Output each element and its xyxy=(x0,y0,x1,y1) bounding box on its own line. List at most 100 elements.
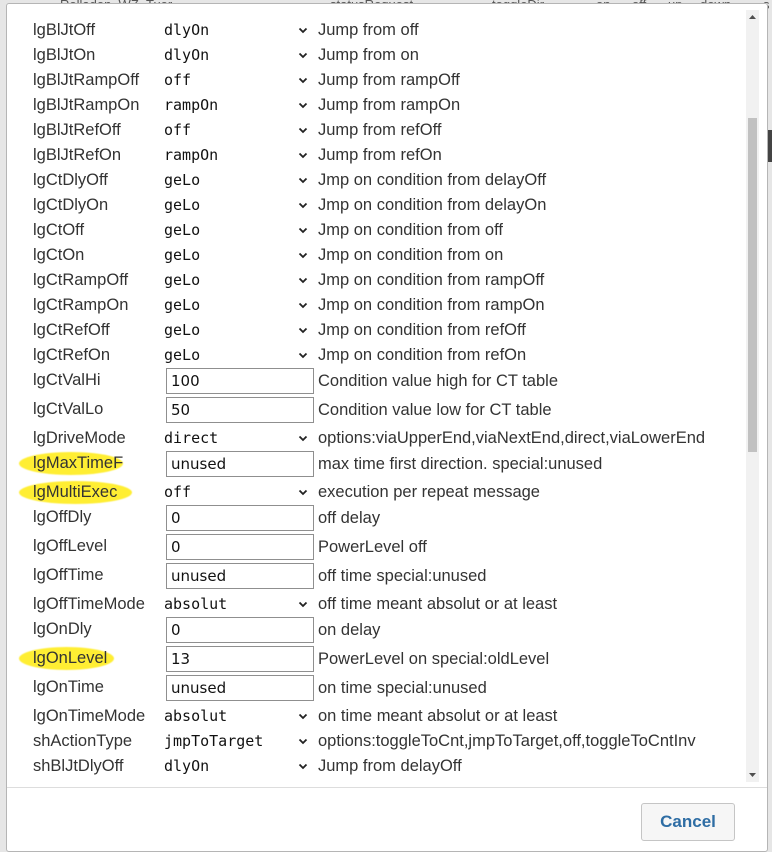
scroll-thumb[interactable] xyxy=(748,118,757,452)
attribute-value-select[interactable]: direct xyxy=(161,426,309,451)
attribute-value-select[interactable]: geLo xyxy=(161,243,309,268)
select-value: geLo xyxy=(164,221,201,239)
attribute-value-select[interactable]: dlyOn xyxy=(161,18,309,43)
chevron-down-icon xyxy=(298,52,308,59)
attribute-name: lgCtRefOff xyxy=(33,321,110,339)
attribute-name: shActionType xyxy=(33,732,133,750)
attribute-dialog: lgBlJtOff dlyOn Jump from off lgBlJtOn dlyOn… xyxy=(6,3,768,852)
attribute-description: Jmp on condition from refOn xyxy=(318,346,527,364)
attribute-name: lgBlJtRampOff xyxy=(33,71,140,89)
attribute-description: on time special:unused xyxy=(318,679,487,697)
attribute-description: PowerLevel on special:oldLevel xyxy=(318,650,550,668)
select-value: absolut xyxy=(164,595,228,613)
chevron-down-icon xyxy=(298,277,308,284)
attribute-description: Jmp on condition from delayOff xyxy=(318,171,547,189)
chevron-down-icon xyxy=(298,327,308,334)
attribute-name: lgCtRefOn xyxy=(33,346,111,364)
attribute-row: lgBlJtOff dlyOn Jump from off xyxy=(13,18,753,43)
attribute-value-select[interactable]: geLo xyxy=(161,168,309,193)
attribute-name: lgCtDlyOff xyxy=(33,171,108,189)
chevron-down-icon xyxy=(298,738,308,745)
attribute-value-select[interactable]: rampOn xyxy=(161,93,309,118)
chevron-down-icon xyxy=(298,127,308,134)
attribute-value-input[interactable]: unused xyxy=(166,451,314,477)
attribute-row: lgOffLevel 0 PowerLevel off xyxy=(13,534,753,561)
attribute-value-input[interactable]: unused xyxy=(166,563,314,589)
attribute-name: lgCtValLo xyxy=(33,400,104,418)
chevron-down-icon xyxy=(298,102,308,109)
select-value: absolut xyxy=(164,707,228,725)
attribute-name: lgOnTime xyxy=(33,678,104,696)
attribute-value-select[interactable]: dlyOn xyxy=(161,43,309,68)
attribute-name: lgOffDly xyxy=(33,508,92,526)
select-value: geLo xyxy=(164,246,201,264)
attribute-value-select[interactable]: geLo xyxy=(161,218,309,243)
attribute-value-select[interactable]: rampOn xyxy=(161,143,309,168)
attribute-value-select[interactable]: off xyxy=(161,118,309,143)
select-value: geLo xyxy=(164,296,201,314)
attribute-value-input[interactable]: 100 xyxy=(166,368,314,394)
attribute-value-select[interactable]: geLo xyxy=(161,268,309,293)
attribute-name: lgCtRampOff xyxy=(33,271,129,289)
attribute-name: lgMaxTimeF xyxy=(33,454,124,472)
attribute-name: lgCtValHi xyxy=(33,371,101,389)
footer-divider xyxy=(7,787,767,788)
attribute-value-input[interactable]: 13 xyxy=(166,646,314,672)
attribute-value-input[interactable]: 0 xyxy=(166,534,314,560)
attribute-value-select[interactable]: dlyOn xyxy=(161,754,309,779)
attribute-row: lgCtRampOn geLo Jmp on condition from ramp… xyxy=(13,293,753,318)
chevron-down-icon xyxy=(298,713,308,720)
attribute-value-select[interactable]: geLo xyxy=(161,318,309,343)
attribute-value-select[interactable]: absolut xyxy=(161,704,309,729)
attribute-row: lgOffTimeMode absolut off time meant absol… xyxy=(13,592,753,617)
attribute-description: off time meant absolut or at least xyxy=(318,595,558,613)
attribute-description: Jump from off xyxy=(318,21,419,39)
select-value: off xyxy=(164,71,192,89)
attribute-value-select[interactable]: geLo xyxy=(161,193,309,218)
attribute-value-select[interactable]: off xyxy=(161,480,309,505)
attribute-name: shBlJtDlyOff xyxy=(33,757,124,775)
attribute-row: lgMultiExec off execution per repeat messa… xyxy=(13,480,753,505)
vertical-scrollbar[interactable] xyxy=(746,10,759,782)
attribute-value-input[interactable]: 50 xyxy=(166,397,314,423)
attribute-row: lgOnTime unused on time special:unused xyxy=(13,675,753,702)
chevron-down-icon xyxy=(298,152,308,159)
scroll-up-arrow-icon[interactable] xyxy=(746,10,759,24)
attribute-name: lgBlJtRefOn xyxy=(33,146,122,164)
cancel-button[interactable]: Cancel xyxy=(641,803,735,841)
attribute-value-select[interactable]: geLo xyxy=(161,343,309,368)
attribute-row: shBlJtDlyOff dlyOn Jump from delayOff xyxy=(13,754,753,779)
attribute-row: lgMaxTimeF unused max time first direction… xyxy=(13,451,753,478)
attribute-row: lgBlJtOn dlyOn Jump from on xyxy=(13,43,753,68)
chevron-down-icon xyxy=(298,177,308,184)
attribute-description: Jmp on condition from rampOn xyxy=(318,296,545,314)
attribute-name: lgOffTimeMode xyxy=(33,595,145,613)
chevron-down-icon xyxy=(298,489,308,496)
attribute-row: lgCtValLo 50 Condition value low for CT ta… xyxy=(13,397,753,424)
attribute-description: Jump from delayOff xyxy=(318,757,462,775)
attribute-value-select[interactable]: jmpToTarget xyxy=(161,729,309,754)
attribute-value-select[interactable]: off xyxy=(161,68,309,93)
attribute-value-input[interactable]: 0 xyxy=(166,617,314,643)
select-value: off xyxy=(164,121,192,139)
attribute-row: lgCtDlyOff geLo Jmp on condition from dela… xyxy=(13,168,753,193)
select-value: off xyxy=(164,483,192,501)
scroll-down-arrow-icon[interactable] xyxy=(746,768,759,782)
attribute-value-input[interactable]: 0 xyxy=(166,505,314,531)
select-value: rampOn xyxy=(164,96,219,114)
chevron-down-icon xyxy=(298,227,308,234)
attribute-description: execution per repeat message xyxy=(318,483,540,501)
attribute-description: PowerLevel off xyxy=(318,538,427,556)
attribute-value-select[interactable]: absolut xyxy=(161,592,309,617)
attribute-description: off time special:unused xyxy=(318,567,487,585)
select-value: geLo xyxy=(164,321,201,339)
attribute-description: on time meant absolut or at least xyxy=(318,707,558,725)
chevron-down-icon xyxy=(298,435,308,442)
attribute-row: lgOffTime unused off time special:unused xyxy=(13,563,753,590)
chevron-down-icon xyxy=(298,763,308,770)
chevron-down-icon xyxy=(298,302,308,309)
attribute-value-input[interactable]: unused xyxy=(166,675,314,701)
attribute-row: lgOnLevel 13 PowerLevel on special:oldLeve… xyxy=(13,646,753,673)
attribute-value-select[interactable]: geLo xyxy=(161,293,309,318)
attribute-row: lgCtRefOff geLo Jmp on condition from refO… xyxy=(13,318,753,343)
